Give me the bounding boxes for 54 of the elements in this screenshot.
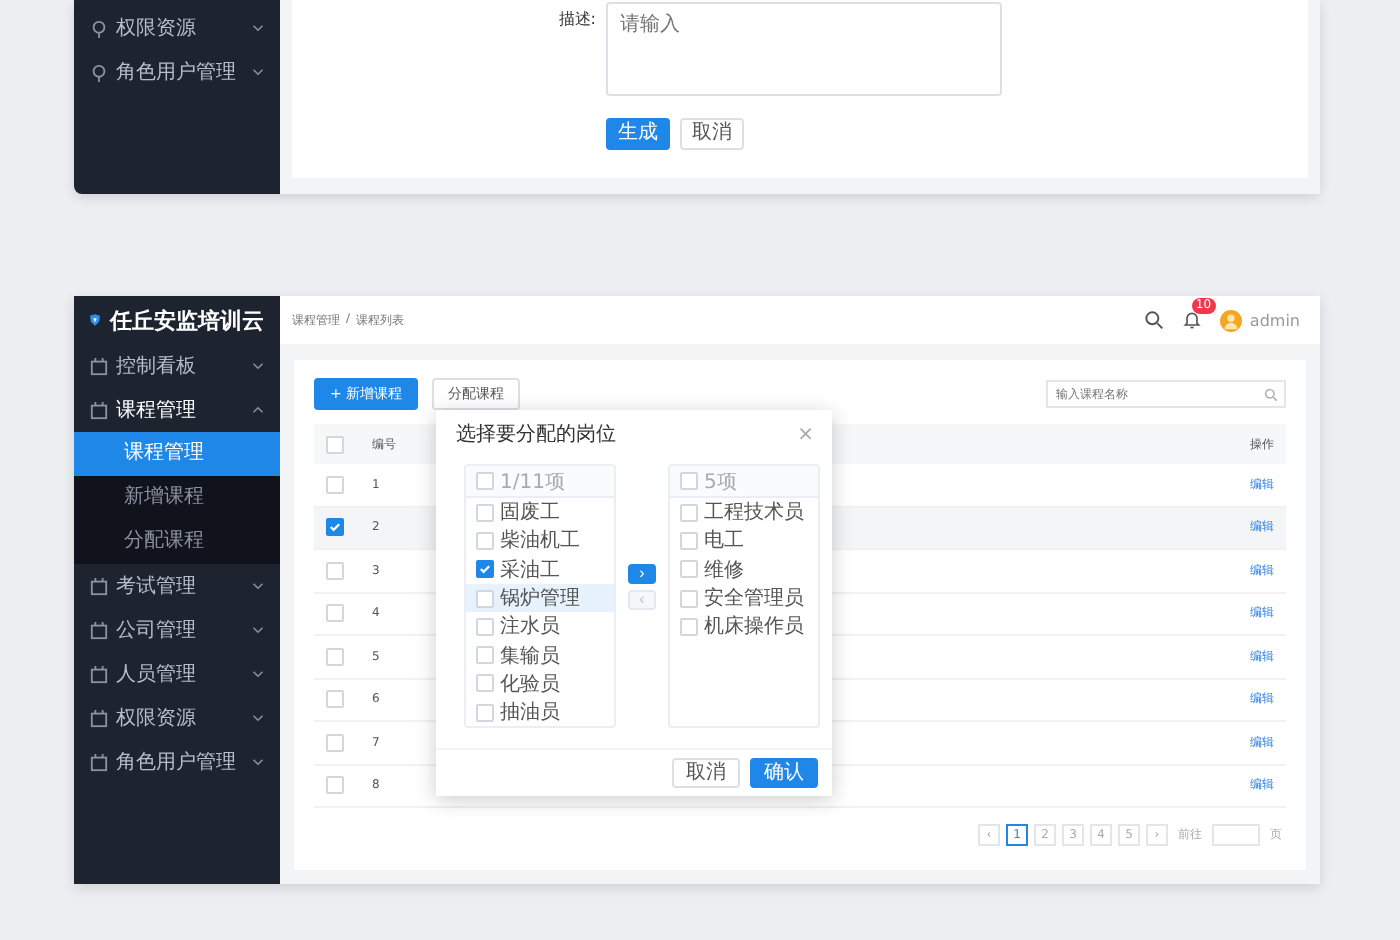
menu-icon [90,401,108,419]
list-item[interactable]: 电工 [670,526,818,556]
menu-label[interactable]: 考试管理 [116,572,244,600]
item-checkbox[interactable] [476,560,494,579]
menu-icon [90,709,108,727]
move-right-button[interactable]: › [628,564,656,584]
menu-label[interactable]: 角色用户管理 [116,748,244,776]
list-item[interactable]: 机床操作员 [670,612,818,641]
field-label: 描述: [556,8,596,30]
menu-icon [90,577,108,595]
list-item[interactable]: 抽油员 [466,698,614,726]
menu-label[interactable]: 人员管理 [116,660,244,688]
menu-icon [90,621,108,639]
menu-icon [90,753,108,771]
avatar-icon[interactable] [1219,309,1242,331]
search-icon[interactable] [1143,310,1164,330]
submenu-item[interactable]: 分配课程 [74,520,280,564]
list-item[interactable]: 维修 [670,555,818,584]
cancel-button[interactable]: 取消 [672,758,740,788]
list-item[interactable]: 锅炉管理 [466,583,614,613]
menu-icon [90,357,108,375]
menu-label[interactable]: 公司管理 [116,616,244,644]
submenu-item[interactable]: 课程管理 [74,432,280,476]
list-item[interactable]: 工程技术员 [670,498,818,527]
list-item[interactable]: 安全管理员 [670,583,818,613]
bell-icon[interactable] [1181,310,1202,330]
menu-label[interactable]: 权限资源 [116,14,244,42]
menu-icon [90,665,108,683]
list-item[interactable]: 集输员 [466,640,614,670]
select-all-checkbox[interactable] [326,435,344,453]
list-item[interactable]: 固废工 [466,498,614,527]
app-title: 任丘安监培训云 [110,305,264,335]
list-item[interactable]: 采油工 [466,555,614,584]
list-checkbox[interactable] [680,472,698,490]
list-count: 5项 [704,469,737,495]
generate-button[interactable]: 生成 [606,118,670,150]
menu-label[interactable]: 课程管理 [116,396,244,424]
dialog-title: 选择要分配的岗位 [456,421,616,448]
list-item[interactable]: 柴油机工 [466,526,614,556]
list-count: 1/11项 [500,469,565,495]
list-item[interactable]: 化验员 [466,669,614,699]
menu-label[interactable]: 控制看板 [116,352,244,380]
submenu-item[interactable]: 新增课程 [74,476,280,520]
list-checkbox[interactable] [476,472,494,490]
menu-label[interactable]: 角色用户管理 [116,58,244,86]
row-checkbox[interactable] [326,518,344,537]
cancel-button[interactable]: 取消 [680,118,744,150]
confirm-button[interactable]: 确认 [750,758,818,788]
menu-icon [90,19,108,37]
description-field[interactable]: 请输入 [606,2,1002,96]
menu-icon [90,63,108,81]
menu-label[interactable]: 权限资源 [116,704,244,732]
list-item[interactable]: 注水员 [466,612,614,641]
page-input[interactable] [1212,824,1260,846]
